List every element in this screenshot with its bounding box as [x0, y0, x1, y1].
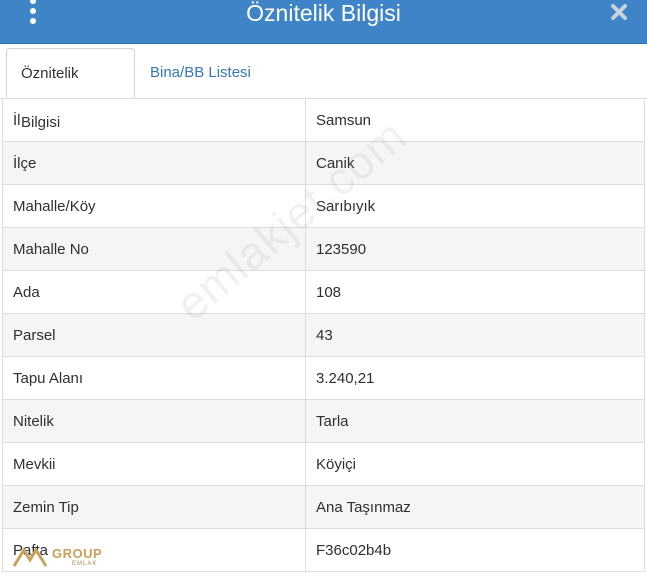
tab-bar: Öznitelik Bilgisi Bina/BB Listesi	[0, 44, 647, 131]
table-row: Ada 108	[2, 270, 645, 314]
attribute-key: Mahalle/Köy	[2, 184, 306, 228]
attribute-value: Sarıbıyık	[305, 184, 645, 228]
attribute-key: Parsel	[2, 313, 306, 357]
table-row: İl Samsun	[2, 98, 645, 142]
attribute-value: Tarla	[305, 399, 645, 443]
table-row: İlçe Canik	[2, 141, 645, 185]
attribute-value: 108	[305, 270, 645, 314]
tab-oznitelik-bilgisi[interactable]: Öznitelik Bilgisi	[6, 48, 135, 131]
attribute-value: F36c02b4b	[305, 528, 645, 572]
attribute-key: İlçe	[2, 141, 306, 185]
attribute-value: Samsun	[305, 98, 645, 142]
attribute-value: 123590	[305, 227, 645, 271]
close-icon[interactable]	[609, 2, 629, 22]
table-row: Mevkii Köyiçi	[2, 442, 645, 486]
attribute-key: Mevkii	[2, 442, 306, 486]
attribute-key: Ada	[2, 270, 306, 314]
table-row: Pafta F36c02b4b	[2, 528, 645, 572]
table-row: Nitelik Tarla	[2, 399, 645, 443]
attribute-key: Tapu Alanı	[2, 356, 306, 400]
attribute-value: 43	[305, 313, 645, 357]
dialog-header: Öznitelik Bilgisi	[0, 0, 647, 44]
attribute-value: 3.240,21	[305, 356, 645, 400]
table-row: Mahalle/Köy Sarıbıyık	[2, 184, 645, 228]
attribute-key: İl	[2, 98, 306, 142]
table-row: Tapu Alanı 3.240,21	[2, 356, 645, 400]
attribute-value: Ana Taşınmaz	[305, 485, 645, 529]
attribute-key: Pafta	[2, 528, 306, 572]
attribute-value: Canik	[305, 141, 645, 185]
table-row: Parsel 43	[2, 313, 645, 357]
attribute-key: Mahalle No	[2, 227, 306, 271]
attribute-key: Zemin Tip	[2, 485, 306, 529]
attribute-key: Nitelik	[2, 399, 306, 443]
attribute-table: İl Samsun İlçe Canik Mahalle/Köy Sarıbıy…	[2, 98, 645, 572]
dialog-title: Öznitelik Bilgisi	[246, 0, 401, 26]
table-row: Zemin Tip Ana Taşınmaz	[2, 485, 645, 529]
tab-bina-bb-listesi[interactable]: Bina/BB Listesi	[136, 48, 265, 97]
table-row: Mahalle No 123590	[2, 227, 645, 271]
attribute-value: Köyiçi	[305, 442, 645, 486]
